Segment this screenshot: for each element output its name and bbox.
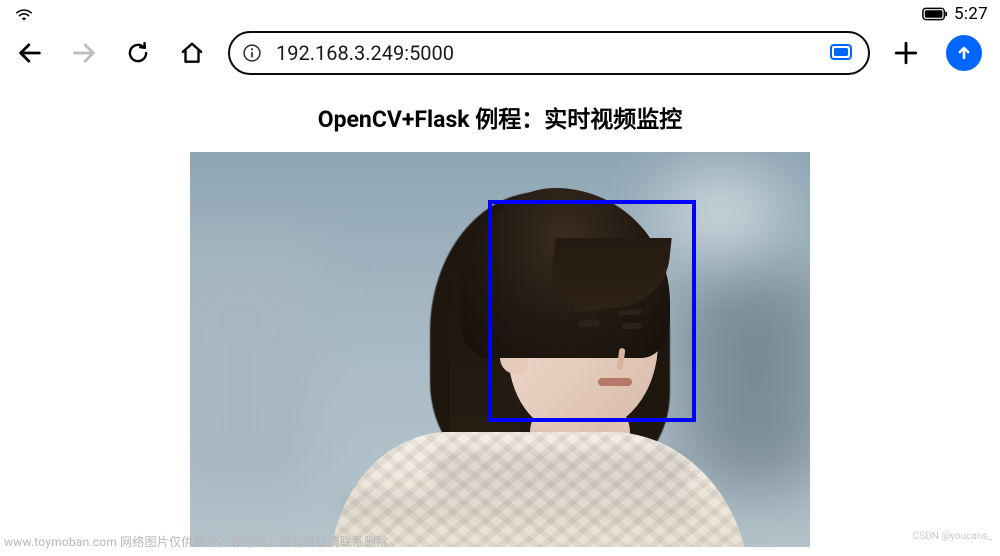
video-frame [190,152,810,547]
home-icon [179,40,205,66]
wifi-icon [14,6,34,22]
cast-indicator-icon[interactable] [828,43,854,63]
battery-icon [922,7,948,21]
site-info-icon[interactable] [242,43,262,63]
arrow-right-icon [70,39,98,67]
status-bar: 5:27 [0,0,1000,26]
page-content: OpenCV+Flask 例程：实时视频监控 [0,100,1000,547]
arrow-left-icon [16,39,44,67]
new-tab-button[interactable] [888,35,924,71]
status-left [14,6,34,22]
video-container [190,152,810,547]
url-bar[interactable]: 192.168.3.249:5000 [228,31,870,75]
forward-button[interactable] [66,35,102,71]
plus-icon [893,40,919,66]
clock-time: 5:27 [954,4,988,24]
url-text: 192.168.3.249:5000 [276,41,814,65]
watermark-left: www.toymoban.com 网络图片仅供展示，非存储，如有侵权请联系删除。 [4,533,401,550]
upload-arrow-icon [954,43,974,63]
home-button[interactable] [174,35,210,71]
reload-icon [125,40,151,66]
back-button[interactable] [12,35,48,71]
status-right: 5:27 [922,4,988,24]
watermark-right: CSDN @youcans_ [913,531,992,542]
page-title: OpenCV+Flask 例程：实时视频监控 [0,100,1000,134]
browser-toolbar: 192.168.3.249:5000 [0,26,1000,84]
sync-button[interactable] [946,35,982,71]
reload-button[interactable] [120,35,156,71]
